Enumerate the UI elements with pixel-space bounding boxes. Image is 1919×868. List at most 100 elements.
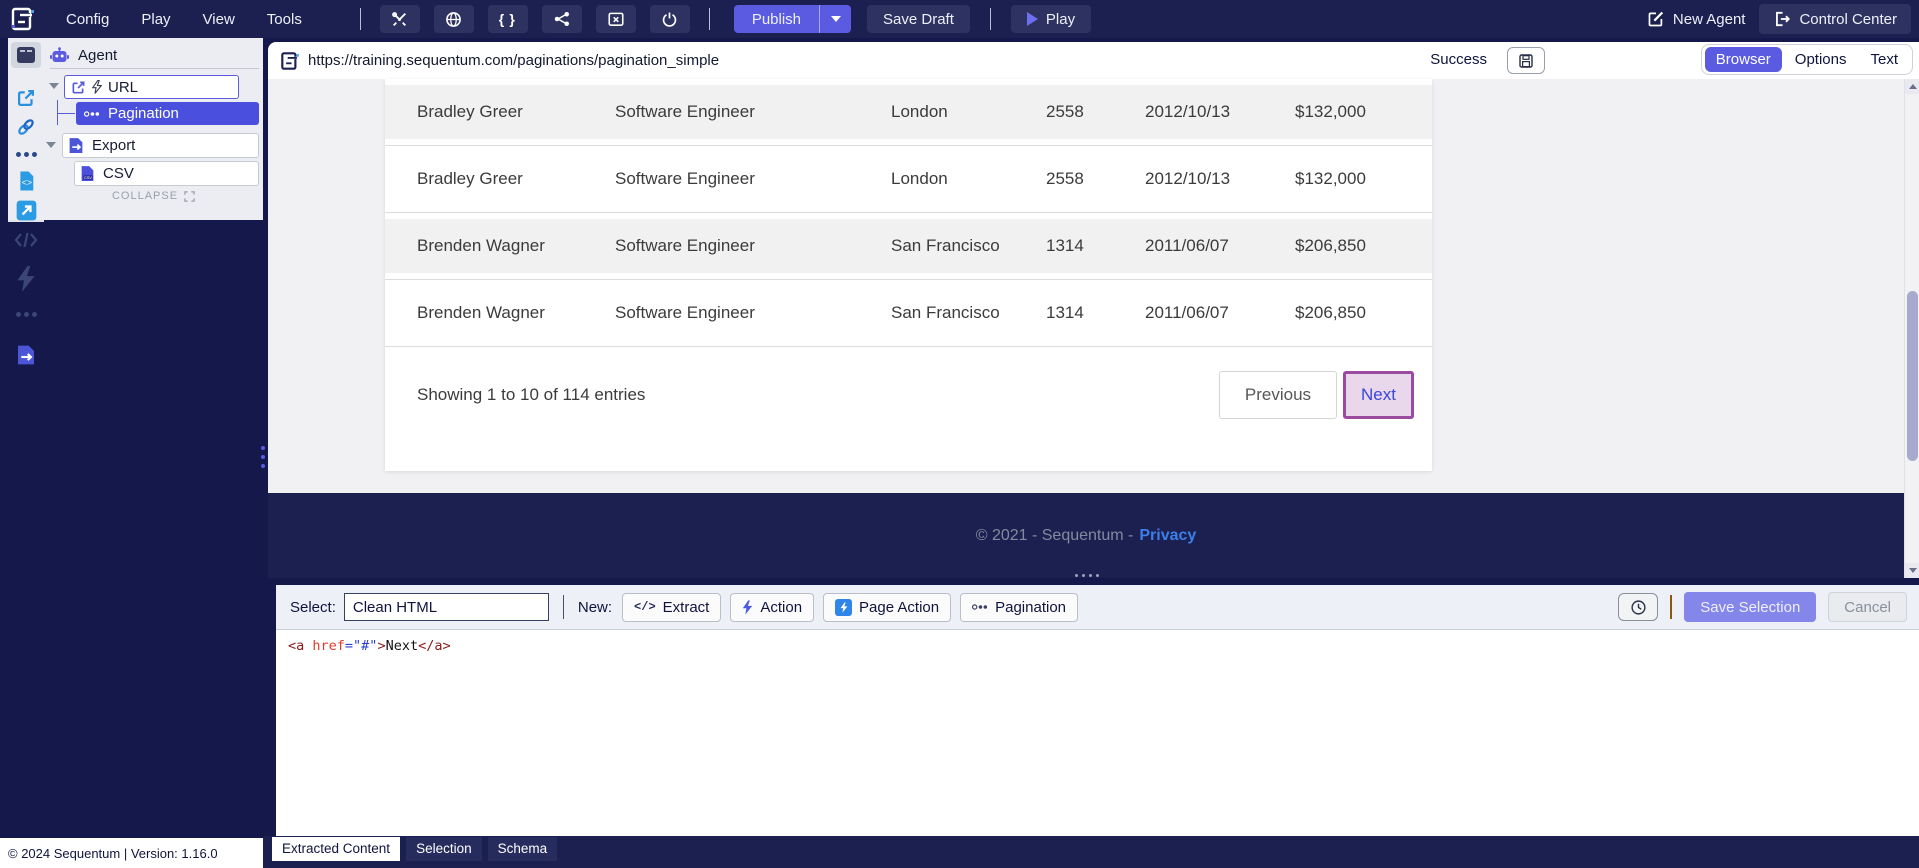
scrollbar-thumb[interactable] (1907, 291, 1918, 461)
code-icon (14, 230, 38, 250)
menu-play[interactable]: Play (125, 5, 186, 34)
ellipsis-icon (84, 110, 100, 118)
more-options-button[interactable] (8, 312, 44, 317)
select-mode-input[interactable] (344, 593, 549, 621)
save-selection-button[interactable]: Save Selection (1684, 592, 1816, 622)
toolbar-divider (990, 8, 991, 30)
toolbar-divider (360, 8, 361, 30)
bolt-icon (92, 80, 102, 94)
save-draft-button[interactable]: Save Draft (867, 5, 970, 33)
play-button[interactable]: Play (1011, 5, 1091, 33)
table-cell: $206,850 (1295, 303, 1432, 323)
new-page-action-button[interactable]: Page Action (823, 593, 951, 622)
browser-view-button[interactable] (8, 46, 44, 64)
scroll-down-button[interactable] (1905, 563, 1919, 578)
tree-node-csv[interactable]: CSV CSV (74, 161, 259, 186)
tab-schema[interactable]: Schema (488, 837, 558, 861)
top-menu-bar: Config Play View Tools { } Publish Save … (0, 0, 1919, 38)
braces-icon: { } (499, 11, 517, 27)
csv-file-icon: CSV (80, 165, 95, 182)
new-pagination-button[interactable]: Pagination (960, 593, 1078, 622)
status-badge: Success (1430, 51, 1487, 68)
menu-config[interactable]: Config (50, 5, 125, 34)
publish-split-button[interactable]: Publish (734, 5, 851, 33)
history-button[interactable] (1618, 593, 1658, 621)
caret-down-icon[interactable] (49, 83, 59, 89)
tab-options[interactable]: Options (1784, 47, 1858, 72)
previous-page-button[interactable]: Previous (1219, 371, 1337, 419)
horizontal-splitter-handle[interactable] (1075, 574, 1099, 577)
tree-node-pagination[interactable]: Pagination (76, 102, 259, 125)
tree-node-export-label: Export (92, 137, 135, 154)
table-cell: 1314 (1046, 303, 1145, 323)
next-page-button-selected[interactable]: Next (1343, 371, 1414, 419)
page-action-icon (835, 599, 852, 616)
new-extract-button[interactable]: </> Extract (622, 593, 721, 622)
scroll-up-button[interactable] (1905, 79, 1919, 94)
edit-icon (1647, 10, 1665, 28)
extracted-content-view: <a href="#">Next</a> (276, 630, 1919, 836)
save-page-button[interactable] (1507, 47, 1545, 74)
table-row: Bradley GreerSoftware EngineerLondon2558… (385, 79, 1432, 146)
tree-node-url[interactable]: URL (64, 75, 239, 99)
privacy-link[interactable]: Privacy (1139, 527, 1196, 545)
collapse-icon (184, 191, 195, 202)
code-tag-open: <a (288, 638, 304, 654)
table-cell: 2011/06/07 (1145, 236, 1295, 256)
table-cell: Software Engineer (615, 169, 891, 189)
control-center-button[interactable]: Control Center (1759, 4, 1911, 34)
share-button[interactable] (542, 5, 582, 33)
play-icon (1027, 12, 1038, 26)
actions-view-button[interactable] (8, 266, 44, 292)
page-scrollbar[interactable] (1904, 79, 1919, 578)
code-bracket: > (377, 638, 385, 654)
tab-extracted-content[interactable]: Extracted Content (272, 837, 400, 861)
panel-drag-handle[interactable] (261, 446, 265, 468)
open-page-button[interactable] (8, 200, 44, 221)
tree-node-agent[interactable]: Agent (50, 42, 259, 69)
tree-node-agent-label: Agent (78, 47, 117, 64)
employee-table: Bradley GreerSoftware EngineerLondon2558… (385, 79, 1432, 347)
copyright-text: © 2021 - Sequentum - (976, 527, 1134, 545)
new-action-button[interactable]: Action (730, 593, 814, 622)
publish-button[interactable]: Publish (734, 5, 819, 33)
page-footer: © 2021 - Sequentum - Privacy (268, 493, 1904, 578)
tools-button[interactable] (380, 5, 420, 33)
url-input[interactable]: https://training.sequentum.com/paginatio… (308, 52, 719, 69)
code-view-button[interactable] (8, 230, 44, 250)
external-link-icon (16, 88, 36, 108)
data-json-button[interactable]: { } (488, 5, 528, 33)
publish-dropdown-button[interactable] (819, 5, 851, 33)
file-code-button[interactable]: <> (8, 170, 44, 192)
folder-button[interactable] (596, 5, 636, 33)
tools-icon (391, 11, 408, 28)
collapse-label: COLLAPSE (112, 190, 178, 202)
menu-view[interactable]: View (187, 5, 251, 34)
tab-selection[interactable]: Selection (406, 837, 482, 861)
tab-text[interactable]: Text (1859, 47, 1909, 72)
export-view-button[interactable] (8, 344, 44, 366)
browser-settings-button[interactable] (434, 5, 474, 33)
chevron-down-icon (831, 16, 841, 22)
menu-tools[interactable]: Tools (251, 5, 318, 34)
cancel-button[interactable]: Cancel (1828, 592, 1907, 622)
power-button[interactable] (650, 5, 690, 33)
action-label: Action (760, 599, 802, 616)
toolbar-divider (709, 8, 710, 30)
table-cell: 2012/10/13 (1145, 169, 1295, 189)
more-tools-button[interactable] (8, 152, 44, 157)
table-cell: 2012/10/13 (1145, 102, 1295, 122)
tree-node-export[interactable]: Export (62, 133, 259, 158)
table-cell: 2558 (1046, 169, 1145, 189)
share-icon (553, 10, 571, 28)
tab-browser[interactable]: Browser (1705, 47, 1782, 72)
collapse-tree-button[interactable]: COLLAPSE (44, 190, 263, 202)
toolbar-divider (563, 595, 564, 619)
caret-down-icon[interactable] (46, 142, 56, 148)
link-icon (16, 117, 36, 137)
link-tool-button[interactable] (8, 117, 44, 137)
open-external-button[interactable] (8, 88, 44, 108)
code-equals: = (345, 638, 353, 654)
new-agent-button[interactable]: New Agent (1633, 10, 1760, 28)
folder-icon (607, 10, 625, 28)
